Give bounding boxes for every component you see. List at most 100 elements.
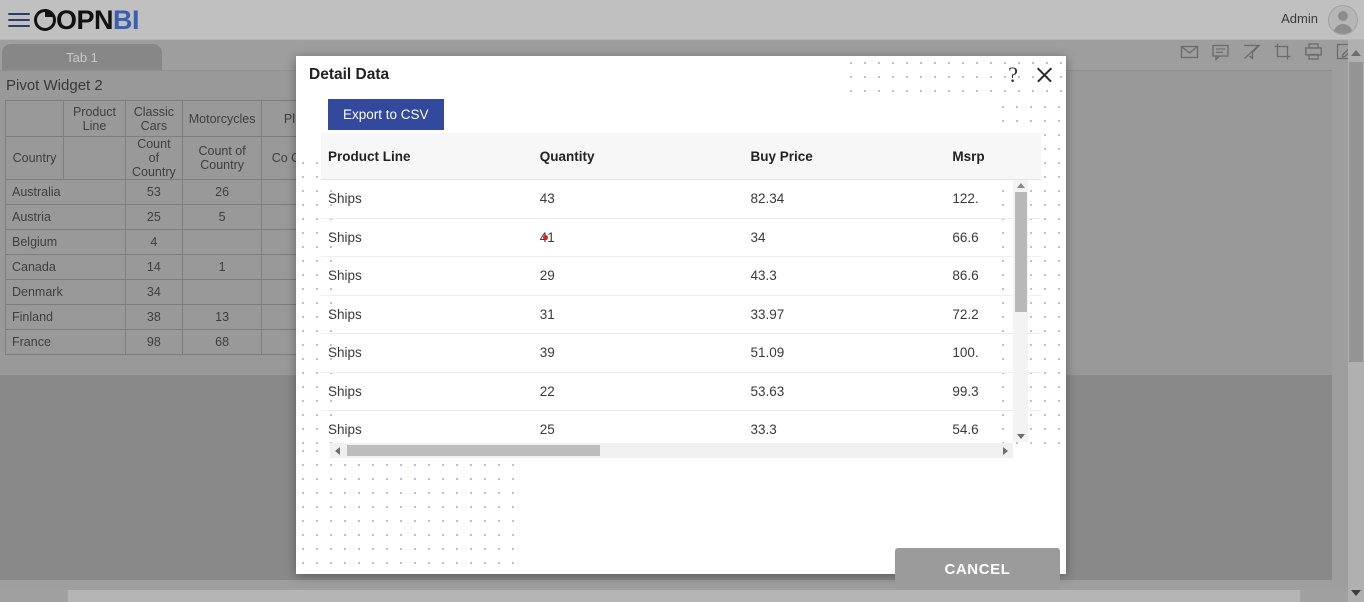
detail-data-dialog: Detail Data ? Export to CSV Product Line… — [296, 56, 1066, 590]
cell-quantity: 29 — [539, 268, 555, 284]
cancel-button[interactable]: CANCEL — [895, 548, 1060, 590]
pivot-country: Australia — [5, 179, 126, 205]
cell-product-line: Ships — [328, 422, 362, 438]
pivot-motorcycles[interactable] — [181, 229, 263, 255]
pivot-h2-c3: Count of Country — [181, 136, 263, 180]
scroll-up-arrow-icon[interactable] — [1351, 50, 1361, 56]
cell-product-line: Ships — [328, 383, 362, 399]
dialog-title: Detail Data — [309, 66, 390, 83]
question-mark-icon[interactable]: ? — [1008, 64, 1018, 86]
grid-vertical-scrollbar[interactable] — [1013, 180, 1028, 442]
pivot-motorcycles[interactable]: 26 — [181, 179, 263, 205]
pivot-motorcycles[interactable]: 13 — [181, 304, 263, 330]
pivot-h2-c1 — [63, 136, 126, 180]
table-row[interactable]: Australia 53 26 — [5, 179, 318, 205]
pivot-country: Denmark — [5, 279, 126, 305]
cell-product-line: Ships — [328, 306, 362, 322]
pivot-motorcycles[interactable] — [181, 279, 263, 305]
cell-buy-price: 34 — [750, 229, 766, 245]
pivot-motorcycles[interactable]: 68 — [181, 329, 263, 355]
column-header-quantity[interactable]: Quantity — [540, 149, 751, 164]
cell-quantity: 25 — [539, 422, 555, 438]
pivot-classic-cars[interactable]: 98 — [125, 329, 183, 355]
pivot-country: Austria — [5, 204, 126, 230]
column-header-product-line[interactable]: Product Line — [321, 149, 540, 164]
pivot-h2-c2: Count of Country — [125, 136, 183, 180]
pivot-body: Australia 53 26 Austria 25 5 Belgium 4 C… — [5, 179, 318, 355]
cell-buy-price: 82.34 — [750, 191, 785, 207]
pivot-classic-cars[interactable]: 14 — [125, 254, 183, 280]
table-row[interactable]: France 98 68 — [5, 329, 318, 355]
pivot-classic-cars[interactable]: 53 — [125, 179, 183, 205]
pivot-country: Canada — [5, 254, 126, 280]
table-row[interactable]: Canada 14 1 — [5, 254, 318, 280]
table-row[interactable]: Ships 41 34 66.6 — [321, 219, 1041, 257]
scroll-left-arrow-icon[interactable] — [335, 446, 340, 455]
cell-product-line: Ships — [328, 191, 362, 207]
scroll-thumb[interactable] — [1349, 62, 1363, 362]
grid-body: Ships 43 82.34 122. Ships 41 34 66.6 Shi… — [321, 180, 1041, 438]
pivot-country: Belgium — [5, 229, 126, 255]
cell-buy-price: 33.97 — [750, 306, 785, 322]
pivot-h1-c0 — [5, 100, 64, 137]
scroll-down-arrow-icon[interactable] — [1016, 434, 1025, 439]
scroll-thumb[interactable] — [1015, 192, 1027, 312]
table-row[interactable]: Denmark 34 — [5, 279, 318, 305]
page-horizontal-scrollbar[interactable] — [0, 588, 1348, 602]
cell-product-line: Ships — [328, 345, 362, 361]
column-header-buy-price[interactable]: Buy Price — [750, 149, 952, 164]
pivot-country: France — [5, 329, 126, 355]
close-icon[interactable] — [1034, 64, 1054, 86]
pivot-classic-cars[interactable]: 25 — [125, 204, 183, 230]
table-row[interactable]: Austria 25 5 — [5, 204, 318, 230]
resize-dot-pattern — [844, 56, 1066, 100]
opnbi-pie-mark-icon — [34, 8, 56, 31]
scroll-thumb[interactable] — [347, 445, 600, 456]
pivot-header-row-2: Country Count of Country Count of Countr… — [5, 136, 318, 180]
table-row[interactable]: Ships 25 33.3 54.6 — [321, 411, 1041, 438]
page-vertical-scrollbar[interactable] — [1348, 40, 1364, 602]
resize-dot-pattern — [296, 444, 518, 574]
grid-horizontal-scrollbar[interactable] — [330, 443, 1013, 458]
pivot-h1-c2[interactable]: Classic Cars — [125, 100, 183, 137]
grid-header-row: Product Line Quantity Buy Price Msrp — [321, 133, 1041, 180]
cell-quantity: 31 — [539, 306, 555, 322]
table-row[interactable]: Belgium 4 — [5, 229, 318, 255]
cursor-marker — [543, 235, 548, 240]
detail-data-grid: Product Line Quantity Buy Price Msrp Shi… — [321, 133, 1041, 453]
cell-quantity: 39 — [539, 345, 555, 361]
pivot-country: Finland — [5, 304, 126, 330]
table-row[interactable]: Finland 38 13 — [5, 304, 318, 330]
pivot-h2-c0[interactable]: Country — [5, 136, 64, 180]
pivot-header-row-1: Product Line Classic Cars Motorcycles Pl — [5, 100, 318, 137]
pivot-table: Product Line Classic Cars Motorcycles Pl… — [5, 100, 318, 355]
table-row[interactable]: Ships 31 33.97 72.2 — [321, 296, 1041, 334]
pivot-classic-cars[interactable]: 34 — [125, 279, 183, 305]
column-header-msrp[interactable]: Msrp — [952, 149, 1041, 164]
pivot-classic-cars[interactable]: 4 — [125, 229, 183, 255]
table-row[interactable]: Ships 39 51.09 100. — [321, 334, 1041, 373]
export-to-csv-button[interactable]: Export to CSV — [328, 99, 444, 130]
cell-buy-price: 51.09 — [750, 345, 785, 361]
tab-tab-1[interactable]: Tab 1 — [2, 44, 162, 70]
table-row[interactable]: Ships 43 82.34 122. — [321, 180, 1041, 219]
table-row[interactable]: Ships 29 43.3 86.6 — [321, 257, 1041, 296]
scroll-up-arrow-icon[interactable] — [1016, 183, 1025, 188]
pivot-motorcycles[interactable]: 1 — [181, 254, 263, 280]
top-bar: OPN BI Admin — [0, 0, 1364, 40]
scroll-right-arrow-icon[interactable] — [1003, 446, 1008, 455]
pivot-motorcycles[interactable]: 5 — [181, 204, 263, 230]
pivot-h1-c1[interactable]: Product Line — [63, 100, 126, 137]
cell-quantity: 41 — [540, 230, 751, 245]
pivot-h1-c3[interactable]: Motorcycles — [181, 100, 263, 137]
tab-label: Tab 1 — [66, 49, 98, 65]
cell-buy-price: 33.3 — [750, 422, 777, 438]
hamburger-icon[interactable] — [8, 9, 30, 29]
table-row[interactable]: Ships 22 53.63 99.3 — [321, 373, 1041, 411]
app-root: OPN BI Admin Tab 1 Pivot Widget 2 Produc… — [0, 0, 1364, 602]
scroll-thumb[interactable] — [68, 590, 1300, 602]
scroll-down-arrow-icon[interactable] — [1351, 590, 1361, 596]
pivot-classic-cars[interactable]: 38 — [125, 304, 183, 330]
user-avatar-icon[interactable] — [1328, 5, 1358, 35]
cell-buy-price: 53.63 — [750, 383, 785, 399]
